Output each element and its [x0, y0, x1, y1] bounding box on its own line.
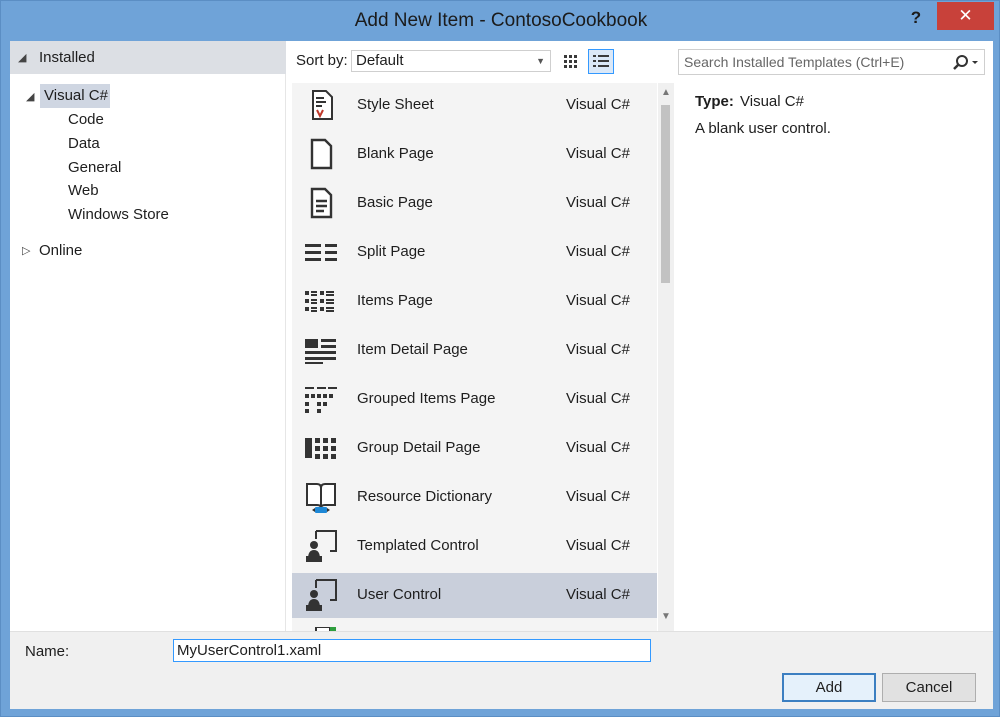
tree-node-web[interactable]: Web: [68, 182, 99, 199]
template-name: User Control: [357, 586, 442, 603]
scroll-up-icon[interactable]: ▲: [661, 87, 671, 98]
template-name: Grouped Items Page: [357, 390, 496, 407]
type-value: Visual C#: [740, 93, 804, 110]
template-language: Visual C#: [566, 390, 630, 407]
template-row[interactable]: Grouped Items Page Visual C#: [292, 377, 657, 422]
template-tree: ◢ Installed ◢ Visual C# Code Data Genera…: [10, 41, 286, 631]
template-name: Basic Page: [357, 194, 433, 211]
group-detail-page-icon: [305, 438, 336, 459]
user-control-icon: [306, 579, 337, 611]
template-name: Group Detail Page: [357, 439, 481, 456]
template-language: Visual C#: [566, 439, 630, 456]
cancel-button[interactable]: Cancel: [882, 673, 976, 702]
resource-dictionary-icon: [306, 483, 336, 513]
collapsed-arrow-icon[interactable]: ▷: [22, 244, 30, 257]
grouped-items-page-icon: [305, 387, 337, 413]
templated-control-icon: [306, 530, 337, 562]
template-row[interactable]: Resource Dictionary Visual C#: [292, 475, 657, 520]
item-detail-page-icon: [305, 339, 336, 364]
search-icon[interactable]: [951, 53, 981, 73]
help-button[interactable]: ?: [903, 5, 929, 31]
tree-node-code[interactable]: Code: [68, 111, 104, 128]
template-language: Visual C#: [566, 341, 630, 358]
expanded-arrow-icon[interactable]: ◢: [18, 51, 26, 64]
template-list: Style Sheet Visual C# Blank Page Visual …: [292, 83, 657, 631]
tree-node-windows-store[interactable]: Windows Store: [68, 206, 169, 223]
template-name: Blank Page: [357, 145, 434, 162]
template-row[interactable]: Item Detail Page Visual C#: [292, 328, 657, 373]
template-row[interactable]: Basic Page Visual C#: [292, 181, 657, 226]
search-input[interactable]: [684, 52, 944, 72]
items-page-icon: [305, 291, 334, 312]
template-row[interactable]: Style Sheet Visual C#: [292, 83, 657, 128]
template-name: Item Detail Page: [357, 341, 468, 358]
chevron-down-icon: ▼: [536, 56, 545, 66]
tree-label-installed: Installed: [39, 49, 95, 66]
template-name: Templated Control: [357, 537, 479, 554]
window-title: Add New Item - ContosoCookbook: [354, 10, 648, 31]
template-list-scrollbar[interactable]: ▲ ▼: [658, 83, 674, 631]
sort-by-value: Default: [356, 52, 404, 69]
scroll-thumb[interactable]: [661, 105, 670, 283]
template-language: Visual C#: [566, 243, 630, 260]
sort-by-label: Sort by:: [296, 52, 348, 69]
list-view-button[interactable]: [588, 49, 614, 74]
template-name: Style Sheet: [357, 96, 434, 113]
grid-view-icon: [564, 55, 577, 68]
add-new-item-dialog: Add New Item - ContosoCookbook ? ✕ ◢ Ins…: [0, 0, 1000, 717]
template-language: Visual C#: [566, 194, 630, 211]
tree-label-visual-cs: Visual C#: [44, 87, 108, 104]
basic-page-icon: [310, 187, 333, 219]
tree-node-online[interactable]: Online: [39, 242, 82, 259]
tree-node-installed[interactable]: ◢ Installed: [10, 41, 286, 74]
template-row[interactable]: Blank Page Visual C#: [292, 132, 657, 177]
template-language: Visual C#: [566, 292, 630, 309]
template-name: Items Page: [357, 292, 433, 309]
template-language: Visual C#: [566, 586, 630, 603]
template-name: Resource Dictionary: [357, 488, 493, 505]
template-row-partial[interactable]: [292, 622, 657, 631]
template-language: Visual C#: [566, 145, 630, 162]
title-bar: Add New Item - ContosoCookbook ? ✕: [1, 1, 1000, 41]
split-page-icon: [305, 244, 337, 261]
template-row[interactable]: Group Detail Page Visual C#: [292, 426, 657, 471]
template-name: Split Page: [357, 243, 426, 260]
add-button[interactable]: Add: [782, 673, 876, 702]
search-box: [678, 49, 985, 75]
template-row[interactable]: Items Page Visual C#: [292, 279, 657, 324]
template-language: Visual C#: [566, 96, 630, 113]
template-row[interactable]: Split Page Visual C#: [292, 230, 657, 275]
sort-by-dropdown[interactable]: Default ▼: [351, 50, 551, 72]
tree-node-general[interactable]: General: [68, 159, 121, 176]
template-description: A blank user control.: [695, 120, 831, 137]
small-icons-view-button[interactable]: [558, 49, 584, 74]
name-label: Name:: [25, 643, 70, 660]
type-label: Type:: [695, 93, 734, 110]
name-panel: Name: Add Cancel: [10, 631, 993, 709]
template-row-selected[interactable]: User Control Visual C#: [292, 573, 657, 618]
template-details: Type: Visual C# A blank user control.: [678, 83, 985, 631]
blank-page-icon: [310, 138, 333, 170]
close-button[interactable]: ✕: [937, 2, 994, 30]
tree-node-data[interactable]: Data: [68, 135, 100, 152]
scroll-down-icon[interactable]: ▼: [661, 611, 671, 622]
expanded-arrow-icon[interactable]: ◢: [26, 90, 34, 103]
name-field[interactable]: [173, 639, 651, 662]
list-view-icon: [593, 55, 609, 67]
template-language: Visual C#: [566, 537, 630, 554]
dialog-client: ◢ Installed ◢ Visual C# Code Data Genera…: [10, 41, 993, 709]
template-language: Visual C#: [566, 488, 630, 505]
style-sheet-icon: [312, 90, 333, 120]
template-row[interactable]: Templated Control Visual C#: [292, 524, 657, 569]
